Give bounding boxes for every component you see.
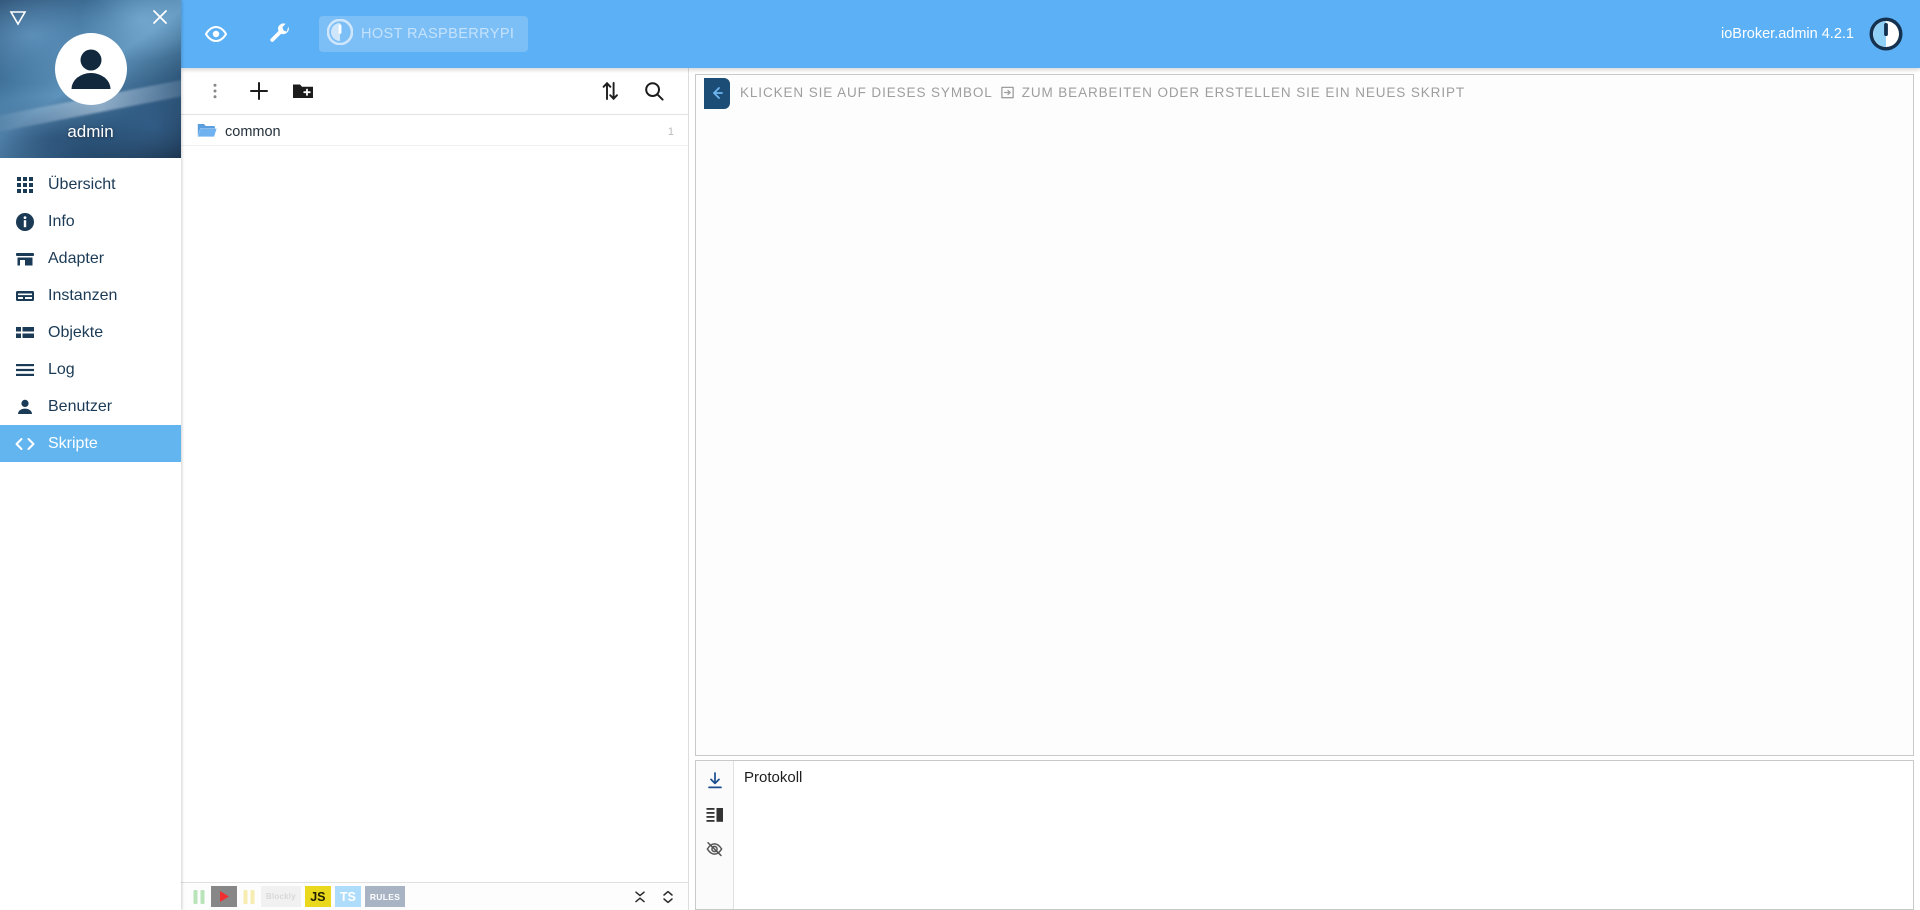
open-in-editor-icon	[1000, 85, 1015, 100]
sidebar-menu: Übersicht Info Adapter Instanzen Objekte…	[0, 158, 181, 462]
editor-hint-prefix: KLICKEN SIE AUF DIESES SYMBOL	[740, 84, 993, 100]
rules-badge-icon[interactable]: RULES	[364, 886, 406, 907]
sidebar-username: admin	[67, 122, 114, 141]
folder-open-icon	[197, 122, 217, 142]
close-icon[interactable]	[149, 6, 171, 28]
scripts-toolbar	[181, 68, 688, 115]
log-panel: Protokoll	[689, 756, 1920, 910]
sidebar-item-uebersicht[interactable]: Übersicht	[0, 166, 181, 203]
editor-placeholder: KLICKEN SIE AUF DIESES SYMBOL ZUM BEARBE…	[695, 74, 1914, 756]
sidebar-item-adapter[interactable]: Adapter	[0, 240, 181, 277]
iobroker-admin-window: admin Übersicht Info Adapter Instanzen O…	[0, 0, 1920, 910]
sidebar-item-skripte[interactable]: Skripte	[0, 425, 181, 462]
objects-list-icon	[14, 322, 36, 344]
sidebar-item-info[interactable]: Info	[0, 203, 181, 240]
host-chip-label: HOST RASPBERRYPI	[361, 26, 515, 42]
admin-version: ioBroker.admin 4.2.1	[1721, 26, 1854, 42]
log-content: Protokoll	[734, 761, 1913, 909]
wrench-icon[interactable]	[257, 11, 303, 57]
editor-area: KLICKEN SIE AUF DIESES SYMBOL ZUM BEARBE…	[689, 68, 1920, 756]
js-badge-icon[interactable]: JS	[304, 886, 331, 907]
editor-hint-text: KLICKEN SIE AUF DIESES SYMBOL ZUM BEARBE…	[740, 85, 1465, 100]
sidebar-item-log[interactable]: Log	[0, 351, 181, 388]
iobroker-logo-icon	[1868, 16, 1904, 52]
ts-badge-icon[interactable]: TS	[334, 886, 361, 907]
pause-bars-yellow-icon[interactable]	[241, 886, 257, 907]
scripts-tree: common 1	[181, 115, 688, 146]
sidebar-item-objekte[interactable]: Objekte	[0, 314, 181, 351]
iobroker-logo-icon	[326, 18, 354, 50]
tree-folder-row[interactable]: common 1	[181, 119, 688, 146]
sidebar-item-label: Skripte	[48, 434, 98, 452]
download-arrow-icon[interactable]	[702, 769, 728, 793]
blockly-badge-icon[interactable]: Blockly	[261, 886, 301, 907]
sidebar-header: admin	[0, 0, 181, 158]
host-chip[interactable]: HOST RASPBERRYPI	[319, 16, 529, 52]
search-icon[interactable]	[632, 71, 676, 111]
sidebar-item-label: Adapter	[48, 249, 105, 267]
app-bar: HOST RASPBERRYPI ioBroker.admin 4.2.1	[181, 0, 1920, 68]
tree-folder-name: common	[225, 124, 281, 140]
editor-hint-bar: KLICKEN SIE AUF DIESES SYMBOL ZUM BEARBE…	[696, 75, 1913, 109]
arrow-left-icon[interactable]	[704, 77, 730, 109]
log-lines-icon	[14, 359, 36, 381]
scripts-footer: Blockly JS TS RULES	[181, 882, 688, 910]
code-brackets-icon	[14, 433, 36, 455]
collapse-all-icon[interactable]	[628, 886, 652, 907]
sidebar-item-label: Objekte	[48, 323, 104, 341]
log-title: Protokoll	[744, 769, 803, 786]
sidebar: admin Übersicht Info Adapter Instanzen O…	[0, 0, 181, 910]
expand-all-icon[interactable]	[656, 886, 680, 907]
folder-plus-icon[interactable]	[281, 71, 325, 111]
split-layout-icon[interactable]	[702, 803, 728, 827]
log-box: Protokoll	[695, 760, 1914, 910]
eye-off-icon[interactable]	[702, 837, 728, 861]
person-icon	[14, 396, 36, 418]
plus-icon[interactable]	[237, 71, 281, 111]
info-circle-icon	[14, 211, 36, 233]
store-icon	[14, 248, 36, 270]
tree-folder-count: 1	[667, 126, 674, 138]
iobroker-triangle-icon	[8, 8, 28, 28]
sidebar-item-label: Info	[48, 212, 75, 230]
apps-grid-icon	[14, 174, 36, 196]
pause-bars-green-icon[interactable]	[191, 886, 207, 907]
editor-hint-suffix: ZUM BEARBEITEN ODER ERSTELLEN SIE EIN NE…	[1021, 84, 1466, 100]
avatar	[54, 32, 128, 106]
log-rail	[696, 761, 734, 909]
sidebar-item-instanzen[interactable]: Instanzen	[0, 277, 181, 314]
play-triangle-icon[interactable]	[211, 886, 237, 907]
instances-icon	[14, 285, 36, 307]
sidebar-item-benutzer[interactable]: Benutzer	[0, 388, 181, 425]
dots-vertical-icon[interactable]	[193, 71, 237, 111]
sort-arrows-icon[interactable]	[588, 71, 632, 111]
eye-icon[interactable]	[193, 11, 239, 57]
sidebar-item-label: Log	[48, 360, 75, 378]
sidebar-item-label: Benutzer	[48, 397, 113, 415]
sidebar-item-label: Übersicht	[48, 175, 116, 193]
scripts-panel: common 1 Blockly JS TS RULES	[181, 68, 689, 910]
sidebar-item-label: Instanzen	[48, 286, 118, 304]
